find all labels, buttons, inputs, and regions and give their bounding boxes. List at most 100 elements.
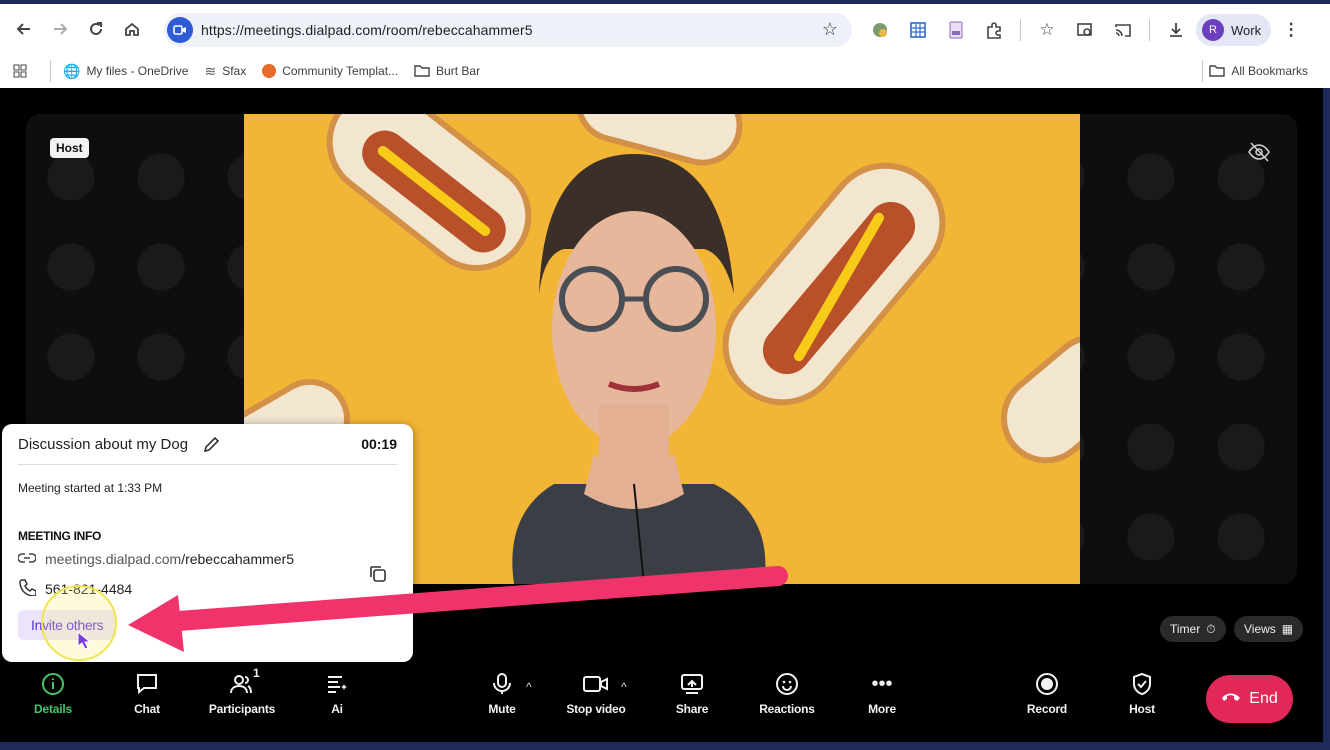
participants-label: Participants bbox=[208, 702, 276, 716]
meeting-link[interactable]: meetings.dialpad.com/rebeccahammer5 bbox=[17, 551, 295, 567]
link-path: /rebeccahammer5 bbox=[181, 551, 295, 567]
all-bookmarks-label: All Bookmarks bbox=[1231, 64, 1308, 78]
phone-icon bbox=[18, 578, 37, 599]
reload-icon[interactable] bbox=[78, 11, 114, 47]
smiley-icon bbox=[742, 670, 832, 698]
microphone-icon bbox=[457, 670, 547, 698]
reactions-label: Reactions bbox=[759, 702, 815, 716]
toolbar-divider bbox=[1149, 19, 1150, 41]
profile-label: Work bbox=[1231, 22, 1262, 38]
tab-search-icon[interactable] bbox=[1067, 13, 1103, 47]
record-label: Record bbox=[1026, 702, 1068, 716]
bookmark-label: Sfax bbox=[222, 64, 247, 78]
favorites-star-icon[interactable]: ☆ bbox=[1029, 13, 1065, 47]
hide-self-view-icon[interactable] bbox=[1247, 140, 1271, 164]
screen-frame: https://meetings.dialpad.com/room/rebecc… bbox=[0, 0, 1330, 750]
host-controls-button[interactable]: Host bbox=[1097, 670, 1187, 716]
chat-label: Chat bbox=[134, 702, 160, 716]
host-label: Host bbox=[1129, 702, 1155, 716]
toolbar-divider bbox=[1020, 19, 1021, 41]
stop-video-label: Stop video bbox=[566, 702, 626, 716]
bookmark-label: Community Templat... bbox=[282, 64, 399, 78]
end-call-button[interactable]: End bbox=[1206, 675, 1293, 723]
browser-extensions: ☆ R Work ⋮ bbox=[862, 13, 1309, 47]
bookmark-community-templates[interactable]: Community Templat... bbox=[262, 64, 398, 78]
sfax-icon: ≋ bbox=[204, 62, 217, 79]
bookmark-label: Burt Bar bbox=[436, 64, 481, 78]
chat-icon bbox=[102, 670, 192, 698]
ai-button[interactable]: Ai bbox=[292, 670, 382, 716]
back-icon[interactable] bbox=[6, 11, 42, 47]
mute-options-chevron-icon[interactable]: ^ bbox=[526, 680, 532, 694]
meeting-started-text: Meeting started at 1:33 PM bbox=[18, 481, 163, 495]
chat-button[interactable]: Chat bbox=[102, 670, 192, 716]
more-button[interactable]: ••• More bbox=[837, 670, 927, 717]
views-label: Views bbox=[1244, 622, 1276, 636]
participant-count: 1 bbox=[253, 666, 260, 680]
share-button[interactable]: Share bbox=[647, 670, 737, 716]
edit-pencil-icon[interactable] bbox=[202, 436, 220, 459]
panel-divider bbox=[18, 464, 397, 465]
bookmarks-divider bbox=[1202, 60, 1204, 82]
address-bar[interactable]: https://meetings.dialpad.com/room/rebecc… bbox=[164, 13, 852, 47]
extension-grid-icon[interactable] bbox=[900, 13, 936, 47]
person-video bbox=[512, 154, 766, 584]
participants-icon: 1 bbox=[197, 666, 287, 698]
mute-button[interactable]: Mute bbox=[457, 670, 547, 716]
bookmark-burt-bar[interactable]: Burt Bar bbox=[414, 63, 480, 80]
stopwatch-icon: ⏱ bbox=[1206, 621, 1216, 636]
timer-label: Timer bbox=[1170, 622, 1201, 636]
reactions-button[interactable]: Reactions bbox=[742, 670, 832, 716]
profile-button[interactable]: R Work bbox=[1196, 14, 1272, 46]
mute-label: Mute bbox=[488, 702, 516, 716]
bookmarks-divider bbox=[50, 60, 51, 82]
ai-sparkle-icon bbox=[292, 670, 382, 698]
cursor-highlight bbox=[41, 585, 117, 661]
phone-hangup-icon bbox=[1221, 690, 1241, 709]
extensions-puzzle-icon[interactable] bbox=[976, 13, 1012, 47]
shield-check-icon bbox=[1097, 670, 1187, 698]
download-icon[interactable] bbox=[1158, 13, 1194, 47]
meeting-info-heading: MEETING INFO bbox=[18, 529, 102, 543]
home-icon[interactable] bbox=[114, 11, 150, 47]
site-info-icon[interactable] bbox=[167, 17, 193, 43]
extension-document-icon[interactable] bbox=[938, 13, 974, 47]
extension-globe-icon[interactable] bbox=[862, 13, 898, 47]
apps-grid-icon[interactable] bbox=[12, 63, 28, 79]
video-camera-icon bbox=[551, 670, 641, 698]
stop-video-button[interactable]: Stop video bbox=[551, 670, 641, 716]
profile-avatar: R bbox=[1202, 19, 1224, 41]
bookmark-sfax[interactable]: ≋ Sfax bbox=[204, 63, 246, 80]
copy-icon[interactable] bbox=[368, 564, 388, 589]
host-tag: Host bbox=[50, 138, 89, 158]
details-button[interactable]: Details bbox=[8, 670, 98, 716]
views-button[interactable]: Views ▦ bbox=[1234, 616, 1304, 642]
meeting-elapsed-time: 00:19 bbox=[361, 436, 397, 452]
all-bookmarks-button[interactable]: All Bookmarks bbox=[1209, 63, 1308, 80]
cast-icon[interactable] bbox=[1105, 13, 1141, 47]
folder-icon bbox=[1209, 63, 1226, 80]
timer-button[interactable]: Timer ⏱ bbox=[1160, 616, 1226, 642]
grid-icon: ▦ bbox=[1281, 622, 1294, 636]
link-icon bbox=[17, 551, 37, 567]
video-options-chevron-icon[interactable]: ^ bbox=[621, 680, 627, 694]
community-icon bbox=[262, 64, 277, 78]
record-button[interactable]: Record bbox=[1002, 670, 1092, 716]
bookmark-star-icon[interactable]: ☆ bbox=[822, 19, 838, 40]
bookmarks-bar: 🌐 My files - OneDrive ≋ Sfax Community T… bbox=[0, 54, 1330, 88]
browser-menu-icon[interactable]: ⋮ bbox=[1273, 13, 1309, 47]
share-label: Share bbox=[675, 702, 709, 716]
browser-toolbar: https://meetings.dialpad.com/room/rebecc… bbox=[0, 4, 1330, 54]
record-icon bbox=[1002, 670, 1092, 698]
bookmark-onedrive[interactable]: 🌐 My files - OneDrive bbox=[63, 63, 188, 80]
link-domain: meetings.dialpad.com bbox=[45, 551, 182, 567]
details-label: Details bbox=[34, 702, 72, 716]
participants-button[interactable]: 1 Participants bbox=[197, 666, 287, 716]
forward-icon[interactable] bbox=[42, 11, 78, 47]
ai-label: Ai bbox=[331, 702, 343, 716]
meeting-title: Discussion about my Dog bbox=[18, 436, 189, 453]
info-icon bbox=[8, 670, 98, 698]
folder-icon bbox=[414, 63, 430, 80]
bookmark-label: My files - OneDrive bbox=[86, 64, 189, 78]
more-label: More bbox=[868, 702, 896, 716]
